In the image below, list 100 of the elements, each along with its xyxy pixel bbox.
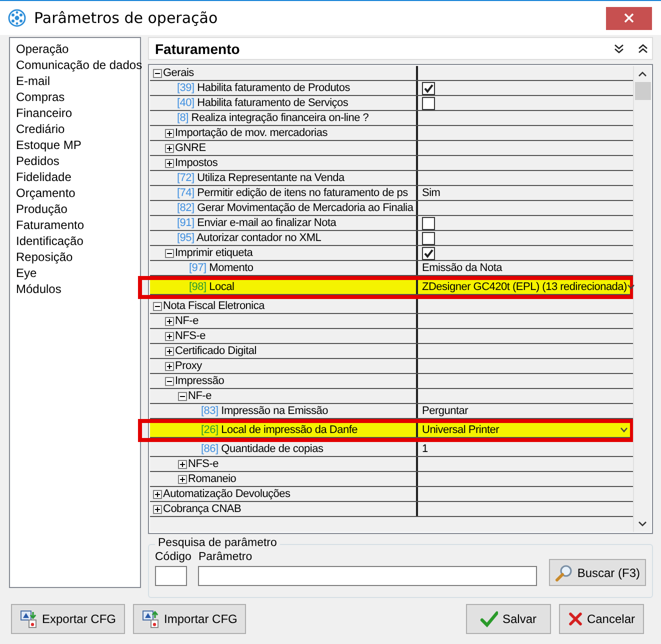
window-title: Parâmetros de operação <box>34 9 219 27</box>
parameter-label: [72] Utiliza Representante na Venda <box>177 172 344 184</box>
checkmark-icon <box>480 610 498 628</box>
checkbox[interactable] <box>422 246 435 260</box>
plus-box-icon[interactable] <box>165 362 174 370</box>
import-button[interactable]: Importar CFG <box>133 604 246 634</box>
parameter-label: [91] Enviar e-mail ao finalizar Nota <box>177 217 336 229</box>
parameter-input-field[interactable] <box>198 566 538 586</box>
scrollbar[interactable] <box>633 66 651 532</box>
group-label: Impostos <box>175 157 218 169</box>
group-label: Proxy <box>175 360 202 372</box>
tree-row[interactable]: [97] Momento Emissão da Nota <box>150 261 633 276</box>
tree-row[interactable]: Proxy <box>150 359 633 374</box>
group-label: GNRE <box>175 142 206 154</box>
sidebar-item[interactable]: Crediário <box>16 121 140 137</box>
sidebar-item[interactable]: E-mail <box>16 73 140 89</box>
cancel-button[interactable]: Cancelar <box>559 604 644 634</box>
sidebar-item[interactable]: Produção <box>16 201 140 217</box>
tree-row[interactable]: [91] Enviar e-mail ao finalizar Nota <box>150 216 633 231</box>
plus-box-icon[interactable] <box>153 490 162 498</box>
value-text: Sim <box>422 187 440 199</box>
tree-row[interactable]: [95] Autorizar contador no XML <box>150 231 633 246</box>
app-icon <box>8 9 26 27</box>
tree-row[interactable]: GNRE <box>150 141 633 156</box>
minus-box-icon[interactable] <box>153 302 162 310</box>
tree-row[interactable]: Imprimir etiqueta <box>150 246 633 261</box>
minus-box-icon[interactable] <box>165 376 174 386</box>
parameter-label: [86] Quantidade de copias <box>201 443 324 455</box>
tree-row[interactable]: Certificado Digital <box>150 344 633 359</box>
sidebar-item[interactable]: Financeiro <box>16 105 140 121</box>
search-button[interactable]: Buscar (F3) <box>549 559 646 586</box>
minus-box-icon[interactable] <box>178 392 187 400</box>
tree-row[interactable]: Impressão <box>150 374 633 389</box>
group-label: Automatização Devoluções <box>163 488 290 500</box>
parameter-label: [82] Gerar Movimentação de Mercadoria ao Finalia <box>177 202 414 214</box>
parameter-label: [97] Momento <box>189 262 254 274</box>
group-label: Cobrança CNAB <box>163 503 242 515</box>
tree-row[interactable]: Romaneio <box>150 472 633 487</box>
tree-row[interactable]: NFS-e <box>150 329 633 344</box>
sidebar-item[interactable]: Módulos <box>16 281 140 297</box>
tree-row[interactable]: NF-e <box>150 314 633 329</box>
scroll-thumb[interactable] <box>634 82 650 100</box>
sidebar-item[interactable]: Pedidos <box>16 153 140 169</box>
group-label: Romaneio <box>188 473 236 485</box>
group-label: NF-e <box>188 390 212 402</box>
value-text: 1 <box>422 443 428 455</box>
tree-row[interactable]: Importação de mov. mercadorias <box>150 126 633 141</box>
sidebar-item[interactable]: Operação <box>16 41 140 57</box>
plus-box-icon[interactable] <box>165 144 174 152</box>
sidebar-item[interactable]: Compras <box>16 89 140 105</box>
parameter-label: [26] Local de impressão da Danfe <box>201 424 358 436</box>
plus-box-icon[interactable] <box>165 158 174 168</box>
export-button[interactable]: Exportar CFG <box>11 604 126 634</box>
tree-row[interactable]: Automatização Devoluções <box>150 487 633 502</box>
checkbox[interactable] <box>422 96 435 110</box>
checkbox[interactable] <box>422 216 435 230</box>
parameter-label: [8] Realiza integração financeira on-line ? <box>177 112 369 124</box>
tree-row[interactable]: [40] Habilita faturamento de Serviços <box>150 96 633 111</box>
plus-box-icon[interactable] <box>165 332 174 340</box>
plus-box-icon[interactable] <box>178 460 187 468</box>
tree-row[interactable]: [8] Realiza integração financeira on-line ? <box>150 111 633 126</box>
group-label: Gerais <box>163 67 194 79</box>
plus-box-icon[interactable] <box>165 346 174 356</box>
close-button[interactable] <box>606 6 652 30</box>
tree-row[interactable]: [86] Quantidade de copias 1 <box>150 442 633 457</box>
minus-box-icon[interactable] <box>153 68 162 78</box>
plus-box-icon[interactable] <box>153 504 162 514</box>
group-label: NFS-e <box>188 458 219 470</box>
sidebar-item[interactable]: Estoque MP <box>16 137 140 153</box>
tree-row[interactable]: NFS-e <box>150 457 633 472</box>
tree-row[interactable]: [39] Habilita faturamento de Produtos <box>150 81 633 96</box>
checkbox[interactable] <box>422 82 435 94</box>
group-label: Imprimir etiqueta <box>175 247 253 259</box>
tree-row[interactable]: [83] Impressão na Emissão Perguntar <box>150 404 633 419</box>
plus-box-icon[interactable] <box>165 128 174 138</box>
sidebar-item[interactable]: Eye <box>16 265 140 281</box>
dropdown-field[interactable]: Universal Printer <box>422 424 630 436</box>
sidebar-item[interactable]: Comunicação de dados <box>16 57 140 73</box>
minus-box-icon[interactable] <box>165 248 174 258</box>
plus-box-icon[interactable] <box>165 316 174 326</box>
sidebar-item[interactable]: Faturamento <box>16 217 140 233</box>
tree-row[interactable]: Cobrança CNAB <box>150 502 633 517</box>
tree-row[interactable]: NF-e <box>150 389 633 404</box>
tree-row[interactable]: Impostos <box>150 156 633 171</box>
plus-box-icon[interactable] <box>178 474 187 484</box>
tree-row[interactable]: [72] Utiliza Representante na Venda <box>150 171 633 186</box>
import-icon <box>142 610 160 628</box>
group-label: Impressão <box>175 375 224 387</box>
save-button[interactable]: Salvar <box>466 604 551 634</box>
tree-row[interactable]: [26] Local de impressão da Danfe Universal Printer <box>150 423 630 438</box>
tree-row[interactable]: [74] Permitir edição de itens no faturamento de ps Sim <box>150 186 633 201</box>
sidebar-item[interactable]: Identificação <box>16 233 140 249</box>
tree-row[interactable]: Gerais <box>150 66 633 81</box>
sidebar-item[interactable]: Reposição <box>16 249 140 265</box>
checkbox[interactable] <box>422 232 435 244</box>
tree-row[interactable]: Nota Fiscal Eletronica <box>150 299 633 314</box>
code-input-field[interactable] <box>155 566 187 586</box>
sidebar-item[interactable]: Orçamento <box>16 185 140 201</box>
tree-row[interactable]: [82] Gerar Movimentação de Mercadoria ao Finalia <box>150 201 633 216</box>
sidebar-item[interactable]: Fidelidade <box>16 169 140 185</box>
